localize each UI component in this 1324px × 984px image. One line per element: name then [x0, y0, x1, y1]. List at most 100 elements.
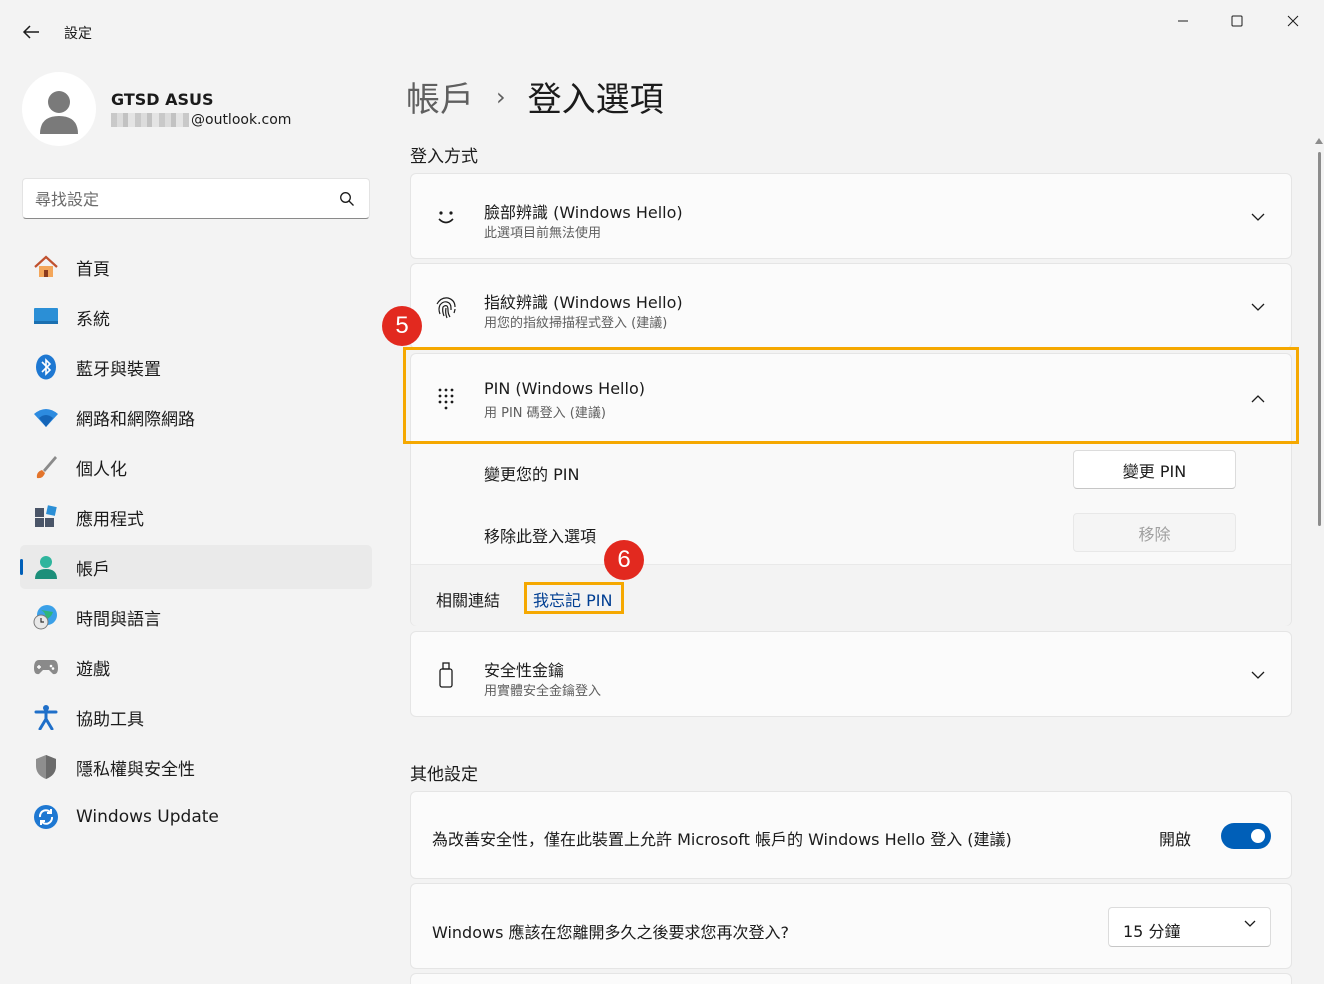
nav-label: 個人化 [76, 459, 127, 480]
face-title: 臉部辨識 (Windows Hello) [484, 203, 683, 222]
update-icon [32, 803, 60, 831]
face-subtitle: 此選項目前無法使用 [484, 226, 602, 241]
nav-label: 帳戶 [76, 559, 110, 580]
nav-label: 協助工具 [76, 709, 144, 730]
fingerprint-title: 指紋辨識 (Windows Hello) [484, 293, 683, 312]
nav-item-bluetooth[interactable]: 藍牙與裝置 [20, 345, 372, 389]
search-input[interactable] [35, 188, 325, 210]
gamepad-icon [32, 653, 60, 681]
back-button[interactable] [14, 18, 48, 46]
nav-item-time-language[interactable]: 時間與語言 [20, 595, 372, 639]
fingerprint-card[interactable]: 指紋辨識 (Windows Hello) 用您的指紋掃描程式登入 (建議) [410, 263, 1292, 349]
avatar[interactable] [22, 72, 96, 146]
security-key-card[interactable]: 安全性金鑰 用實體安全金鑰登入 [410, 631, 1292, 717]
nav-item-gaming[interactable]: 遊戲 [20, 645, 372, 689]
close-button[interactable] [1270, 6, 1316, 36]
related-links-label: 相關連結 [436, 591, 501, 610]
pin-highlight-box [403, 347, 1299, 444]
nav-item-home[interactable]: 首頁 [20, 245, 372, 289]
hello-only-label: 為改善安全性，僅在此裝置上允許 Microsoft 帳戶的 Windows He… [432, 830, 1012, 849]
nav-label: 藍牙與裝置 [76, 359, 161, 380]
change-pin-label: 變更您的 PIN [484, 465, 580, 484]
step-5-badge: 5 [382, 306, 422, 346]
remove-button[interactable]: 移除 [1073, 513, 1236, 552]
nav-label: 網路和網際網路 [76, 409, 195, 430]
user-name: GTSD ASUS [111, 90, 214, 109]
scroll-up-icon[interactable] [1315, 137, 1323, 145]
nav-label: 首頁 [76, 259, 110, 280]
breadcrumb-parent[interactable]: 帳戶 [406, 72, 474, 121]
user-email: @outlook.com [191, 112, 292, 128]
chevron-down-icon [1244, 920, 1256, 927]
security-key-subtitle: 用實體安全金鑰登入 [484, 684, 602, 699]
toggle-state-label: 開啟 [1158, 830, 1191, 849]
nav-label: 應用程式 [76, 509, 144, 530]
dropdown-value: 15 分鐘 [1123, 922, 1181, 941]
section-title-signin-methods: 登入方式 [410, 147, 478, 167]
face-recognition-card[interactable]: 臉部辨識 (Windows Hello) 此選項目前無法使用 [410, 173, 1292, 259]
nav-list: 首頁 系統 藍牙與裝置 網路和網際網路 個人化 應用程式 帳戶 時間與語言 遊戲… [20, 245, 372, 845]
search-box[interactable] [22, 178, 370, 219]
step-6-badge: 6 [604, 540, 644, 580]
scrollbar-thumb[interactable] [1318, 152, 1321, 526]
require-signin-card: Windows 應該在您離開多久之後要求您再次登入? 15 分鐘 [410, 883, 1292, 969]
nav-item-windows-update[interactable]: Windows Update [20, 795, 372, 839]
globe-clock-icon [32, 603, 60, 631]
close-icon [1287, 15, 1299, 27]
wifi-icon [32, 403, 60, 431]
fingerprint-icon [431, 292, 461, 322]
system-icon [32, 303, 60, 331]
sidebar: GTSD ASUS @outlook.com 首頁 系統 藍牙與裝 [0, 62, 392, 984]
app-title: 設定 [64, 26, 92, 42]
minimize-button[interactable] [1160, 6, 1206, 36]
nav-item-accessibility[interactable]: 協助工具 [20, 695, 372, 739]
account-icon [32, 553, 60, 581]
apps-icon [32, 503, 60, 531]
hello-only-card: 為改善安全性，僅在此裝置上允許 Microsoft 帳戶的 Windows He… [410, 791, 1292, 879]
remove-option-label: 移除此登入選項 [484, 527, 597, 546]
user-email-row: @outlook.com [111, 112, 291, 128]
title-bar: 設定 [0, 0, 1324, 62]
bluetooth-icon [32, 353, 60, 381]
minimize-icon [1178, 20, 1188, 22]
back-arrow-icon [22, 25, 39, 39]
search-icon[interactable] [339, 191, 355, 207]
require-signin-dropdown[interactable]: 15 分鐘 [1108, 907, 1271, 947]
nav-label: 隱私權與安全性 [76, 759, 195, 780]
usb-key-icon [431, 660, 461, 690]
nav-item-apps[interactable]: 應用程式 [20, 495, 372, 539]
breadcrumb: 帳戶 › 登入選項 [406, 72, 664, 121]
forgot-pin-highlight-box [524, 582, 624, 614]
accessibility-icon [32, 703, 60, 731]
brush-icon [32, 453, 60, 481]
maximize-icon [1231, 15, 1243, 27]
nav-item-privacy[interactable]: 隱私權與安全性 [20, 745, 372, 789]
hello-only-toggle[interactable] [1221, 823, 1271, 849]
chevron-down-icon[interactable] [1245, 662, 1271, 688]
nav-item-personalization[interactable]: 個人化 [20, 445, 372, 489]
chevron-down-icon[interactable] [1245, 204, 1271, 230]
nav-item-network[interactable]: 網路和網際網路 [20, 395, 372, 439]
security-key-title: 安全性金鑰 [484, 661, 565, 680]
nav-label: 系統 [76, 309, 110, 330]
nav-item-system[interactable]: 系統 [20, 295, 372, 339]
nav-label: 遊戲 [76, 659, 110, 680]
nav-item-accounts[interactable]: 帳戶 [20, 545, 372, 589]
home-icon [32, 253, 60, 281]
section-title-other-settings: 其他設定 [410, 765, 478, 785]
maximize-button[interactable] [1214, 6, 1260, 36]
chevron-down-icon[interactable] [1245, 294, 1271, 320]
breadcrumb-separator: › [496, 82, 506, 111]
nav-label: Windows Update [76, 807, 219, 827]
toggle-knob [1251, 829, 1265, 843]
fingerprint-subtitle: 用您的指紋掃描程式登入 (建議) [484, 316, 668, 331]
main-content: 帳戶 › 登入選項 登入方式 臉部辨識 (Windows Hello) 此選項目… [392, 62, 1324, 984]
user-icon [40, 91, 78, 134]
next-setting-card [410, 973, 1292, 984]
require-signin-label: Windows 應該在您離開多久之後要求您再次登入? [432, 923, 790, 942]
nav-label: 時間與語言 [76, 609, 161, 630]
email-redaction [111, 113, 189, 127]
change-pin-button[interactable]: 變更 PIN [1073, 450, 1236, 489]
shield-icon [32, 753, 60, 781]
page-title: 登入選項 [527, 80, 664, 120]
